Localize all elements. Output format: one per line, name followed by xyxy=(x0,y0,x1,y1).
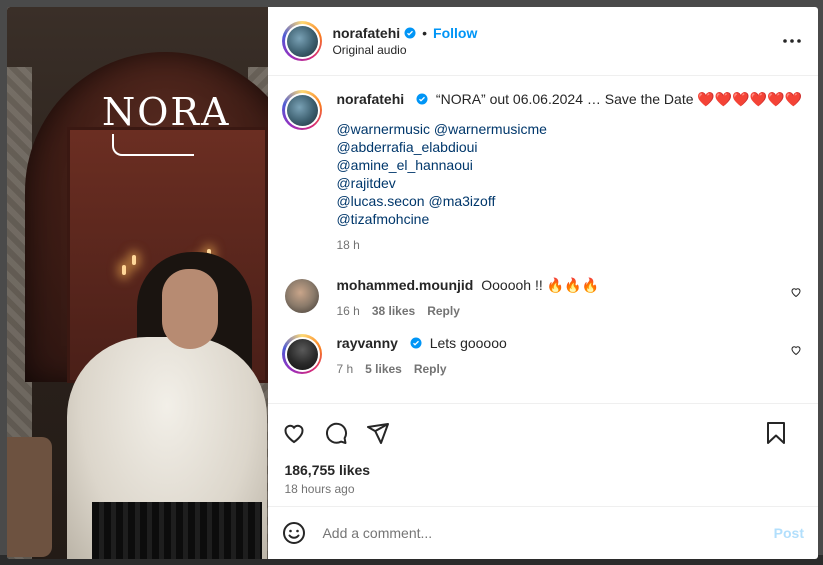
comment-text: Lets gooooo xyxy=(429,335,507,351)
post-video[interactable]: NORA xyxy=(7,7,269,559)
comment-icon[interactable] xyxy=(322,419,350,447)
verified-badge-icon xyxy=(410,337,422,349)
add-comment-bar: Post xyxy=(268,506,818,559)
drum-prop xyxy=(7,437,52,557)
caption: norafatehi “NORA” out 06.06.2024 … Save … xyxy=(282,90,802,254)
posted-time: 18 hours ago xyxy=(284,482,355,496)
caption-mentions: @warnermusic @warnermusicme @abderrafia_… xyxy=(336,120,802,228)
mention-link[interactable]: @warnermusic @warnermusicme xyxy=(336,120,802,138)
comment-username[interactable]: mohammed.mounjid xyxy=(336,277,473,293)
candle-light xyxy=(122,265,126,275)
emoji-icon[interactable] xyxy=(282,521,306,545)
header-username[interactable]: norafatehi xyxy=(332,25,400,41)
post-header: norafatehi • Follow Original audio xyxy=(268,7,818,76)
separator-dot: • xyxy=(422,25,428,41)
candle-light xyxy=(132,255,136,265)
avatar[interactable] xyxy=(282,90,323,130)
comment-time: 16 h xyxy=(336,304,360,318)
more-options-icon[interactable] xyxy=(780,29,804,53)
comments-section: norafatehi “NORA” out 06.06.2024 … Save … xyxy=(268,76,818,403)
follow-button[interactable]: Follow xyxy=(433,25,477,41)
mention-link[interactable]: @rajitdev xyxy=(336,174,802,192)
mention-link[interactable]: @abderrafia_elabdioui xyxy=(336,138,802,156)
caption-time: 18 h xyxy=(336,238,360,252)
avatar[interactable] xyxy=(282,276,322,316)
post-modal: NORA norafatehi • Follow Original audio … xyxy=(7,7,818,559)
verified-badge-icon xyxy=(404,27,416,39)
comment-likes[interactable]: 5 likes xyxy=(365,360,402,378)
original-audio-link[interactable]: Original audio xyxy=(332,43,780,57)
reply-button[interactable]: Reply xyxy=(427,302,460,320)
caption-username[interactable]: norafatehi xyxy=(336,91,404,107)
heart-icon[interactable] xyxy=(790,286,802,298)
comment-text: Oooooh !! 🔥🔥🔥 xyxy=(481,277,599,293)
comment-item: mohammed.mounjid Oooooh !! 🔥🔥🔥 16 h 38 l… xyxy=(282,276,802,320)
post-button[interactable]: Post xyxy=(774,525,804,541)
comment-username[interactable]: rayvanny xyxy=(336,335,397,351)
comment-time: 7 h xyxy=(336,362,354,376)
comment-likes[interactable]: 38 likes xyxy=(372,302,415,320)
bookmark-icon[interactable] xyxy=(762,419,790,447)
post-side-panel: norafatehi • Follow Original audio noraf… xyxy=(268,7,818,559)
woman-figure-face xyxy=(162,269,218,349)
mention-link[interactable]: @tizafmohcine xyxy=(336,210,802,228)
nora-logo: NORA xyxy=(102,92,232,162)
likes-count[interactable]: 186,755 likes xyxy=(268,462,818,478)
avatar[interactable] xyxy=(282,334,323,374)
heart-icon[interactable] xyxy=(790,344,802,356)
verified-badge-icon xyxy=(416,93,428,105)
comment-input[interactable] xyxy=(320,524,774,542)
share-icon[interactable] xyxy=(364,419,392,447)
action-bar xyxy=(268,404,818,462)
comment-item: rayvanny Lets gooooo 7 h 5 likes Reply xyxy=(282,334,802,378)
mention-link[interactable]: @lucas.secon @ma3izoff xyxy=(336,192,802,210)
reply-button[interactable]: Reply xyxy=(414,360,447,378)
mention-link[interactable]: @amine_el_hannaoui xyxy=(336,156,802,174)
feather-skirt xyxy=(92,502,262,559)
caption-text: “NORA” out 06.06.2024 … Save the Date ❤️… xyxy=(435,91,802,107)
heart-icon[interactable] xyxy=(280,419,308,447)
avatar[interactable] xyxy=(282,21,323,61)
